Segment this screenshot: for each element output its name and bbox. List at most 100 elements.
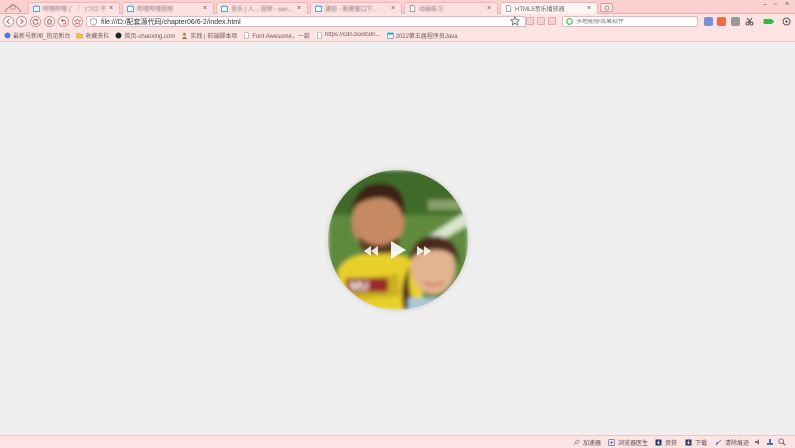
globe-icon [4, 32, 11, 38]
tab-close-icon[interactable]: × [391, 5, 397, 12]
svg-text:MU: MU [350, 279, 369, 293]
play-button[interactable] [390, 241, 406, 259]
scissors-icon[interactable] [745, 17, 754, 26]
restore-icon[interactable]: ▫ [774, 1, 776, 8]
zoom-icon[interactable] [778, 438, 786, 446]
game-icon[interactable] [717, 17, 726, 26]
status-label: 浏览器医生 [618, 441, 649, 447]
battery-icon[interactable] [763, 17, 775, 26]
undo-close-button[interactable] [58, 16, 69, 27]
bookmarks-bar: 最新号新闻_热见新台 收藏夹栏 首页-chaoxing.com 实践 | 前端脚… [0, 29, 795, 42]
minimize-icon[interactable]: – [763, 1, 767, 8]
new-tab-button[interactable] [600, 3, 613, 12]
status-label: 下载 [695, 441, 708, 447]
extension-icon[interactable] [526, 17, 534, 25]
tab-4[interactable]: 动画练习 × [404, 2, 498, 14]
reload-button[interactable] [30, 16, 41, 27]
album-cover-disc: MU [328, 170, 468, 310]
bookmark-label: 首页-chaoxing.com [124, 33, 176, 40]
status-item[interactable]: 浏览器医生 [608, 438, 648, 447]
speaker-icon[interactable] [754, 438, 762, 446]
tab-title: 哔哩哔哩 (゜-゜)つロ 干杯~ [43, 7, 106, 13]
bookmark-item[interactable]: https://cdn.bootcdn... [316, 31, 381, 39]
tab-favicon-icon [315, 5, 322, 12]
bookmark-item[interactable]: Font Awesome，一款 [243, 31, 310, 40]
bookmark-label: 实践 | 前端脚本项 [190, 33, 238, 40]
forward-button[interactable] [16, 16, 27, 27]
tab-close-icon[interactable]: × [587, 5, 593, 12]
new-tab-icon [604, 5, 609, 10]
user-avatar-icon[interactable] [3, 1, 23, 13]
tab-close-icon[interactable]: × [109, 5, 115, 12]
menu-icon[interactable] [782, 17, 791, 26]
status-label: 清除痕迹 [725, 441, 750, 447]
page-icon [409, 5, 416, 12]
status-item[interactable]: 清除痕迹 [715, 438, 749, 447]
bookmark-star-icon[interactable] [510, 16, 520, 26]
tab-close-icon[interactable]: × [203, 5, 209, 12]
person-icon [182, 32, 188, 39]
tab-0[interactable]: 哔哩哔哩 (゜-゜)つロ 干杯~ × [28, 2, 120, 14]
favorites-button[interactable] [72, 16, 83, 27]
search-input[interactable] [576, 18, 686, 25]
tab-5-active[interactable]: HTML5音乐播放器 × [500, 2, 598, 14]
calendar-icon [386, 32, 394, 39]
reload-icon [32, 18, 39, 25]
download-icon [685, 439, 692, 446]
shield-icon [90, 17, 97, 26]
tab-title: 哔哩哔哩视频 [137, 7, 174, 13]
tab-close-icon[interactable]: × [487, 5, 493, 12]
screenshot-icon[interactable] [731, 17, 740, 26]
status-label: 加速器 [583, 441, 602, 447]
bookmark-item[interactable]: 2022第五届程序员Java [386, 31, 458, 40]
bookmark-item[interactable]: 首页-chaoxing.com [115, 31, 175, 40]
search-box[interactable] [562, 16, 698, 27]
star-icon [74, 18, 81, 25]
extension-icon[interactable] [537, 17, 545, 25]
next-track-button[interactable] [417, 246, 431, 256]
bookmark-label: https://cdn.bootcdn... [324, 32, 381, 38]
home-button[interactable] [44, 16, 55, 27]
broom-icon [715, 439, 722, 446]
undo-icon [60, 18, 67, 25]
circle-icon [115, 32, 122, 38]
close-window-icon[interactable]: × [785, 1, 789, 8]
tab-title: 动画练习 [419, 7, 444, 13]
status-item[interactable]: 资获 [655, 438, 677, 447]
tab-favicon-icon [127, 5, 134, 12]
tab-title: 音乐 | 人... 视频 - san... [231, 7, 293, 13]
arrow-right-icon [20, 18, 24, 25]
doctor-icon [608, 439, 615, 446]
tab-3[interactable]: 通知 - 新建窗口下... × [310, 2, 402, 14]
rocket-icon [573, 439, 580, 446]
bookmark-label: 收藏夹栏 [85, 33, 110, 40]
folder-icon [76, 32, 84, 38]
tab-strip: 哔哩哔哩 (゜-゜)つロ 干杯~ × 哔哩哔哩视频 × 音乐 | 人... 视频… [0, 0, 795, 14]
url-text: file:///D:/配套源代码/chapter06/6-2/index.htm… [101, 18, 241, 26]
page-viewport: MU [0, 43, 795, 435]
arrow-left-icon [6, 18, 10, 25]
bookmark-item[interactable]: 实践 | 前端脚本项 [181, 31, 237, 40]
home-icon [46, 18, 53, 25]
status-item[interactable]: 加速器 [573, 438, 601, 447]
page-icon [244, 31, 250, 39]
tab-favicon-icon [221, 5, 228, 12]
tab-1[interactable]: 哔哩哔哩视频 × [122, 2, 214, 14]
status-bar: 加速器 浏览器医生 资获 下载 清除痕迹 [0, 435, 795, 448]
bookmark-label: 最新号新闻_热见新台 [13, 33, 71, 40]
previous-track-button[interactable] [364, 246, 378, 256]
page-icon [317, 31, 322, 39]
bookmark-label: 2022第五届程序员Java [395, 33, 458, 40]
bookmark-item[interactable]: 收藏夹栏 [76, 31, 109, 40]
tab-title: HTML5音乐播放器 [515, 7, 565, 13]
bookmark-item[interactable]: 最新号新闻_热见新台 [4, 31, 70, 40]
download-box-icon [655, 439, 662, 446]
address-bar[interactable]: file:///D:/配套源代码/chapter06/6-2/index.htm… [86, 16, 526, 27]
status-item[interactable]: 下载 [685, 438, 707, 447]
back-button[interactable] [3, 16, 14, 27]
tab-close-icon[interactable]: × [297, 5, 303, 12]
extension-icon[interactable] [548, 17, 556, 25]
tab-2[interactable]: 音乐 | 人... 视频 - san... × [216, 2, 308, 14]
apps-icon[interactable] [704, 17, 713, 26]
network-icon[interactable] [766, 438, 774, 446]
